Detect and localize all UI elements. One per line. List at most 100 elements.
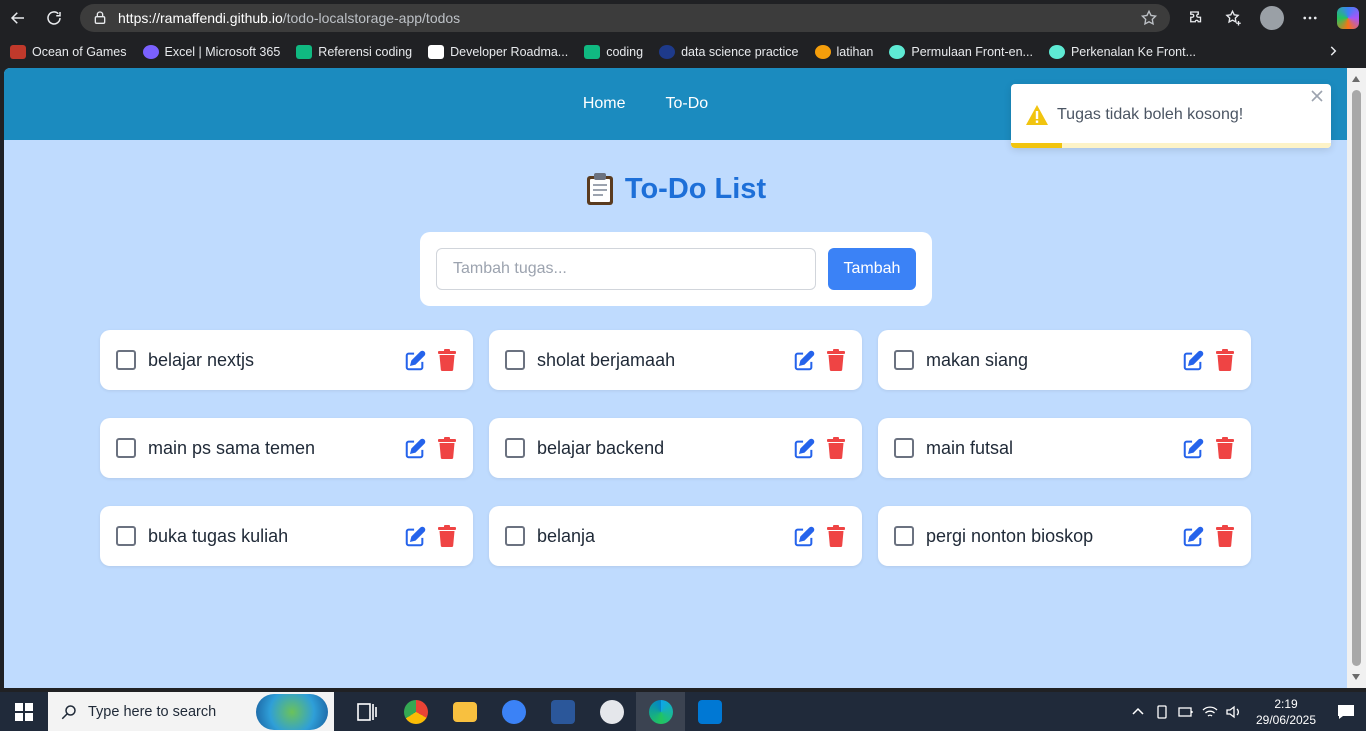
bookmark-item[interactable]: data science practice <box>659 45 799 59</box>
tray-device-button[interactable] <box>1150 692 1174 731</box>
address-bar[interactable]: https://ramaffendi.github.io/todo-locals… <box>80 4 1170 32</box>
copilot-button[interactable] <box>1336 6 1360 30</box>
favorite-star-icon[interactable] <box>1140 9 1158 27</box>
todo-text: buka tugas kuliah <box>148 526 289 546</box>
taskbar-edge[interactable] <box>636 692 685 731</box>
whatsapp-icon <box>599 699 624 724</box>
bookmark-item[interactable]: Excel | Microsoft 365 <box>142 45 280 59</box>
trash-icon[interactable] <box>1216 349 1234 371</box>
taskbar-search[interactable]: Type here to search <box>48 692 334 731</box>
tray-wifi-button[interactable] <box>1198 692 1222 731</box>
taskbar-app-store[interactable] <box>489 692 538 731</box>
todo-checkbox[interactable] <box>505 350 525 370</box>
edit-icon[interactable] <box>404 526 426 548</box>
trash-icon[interactable] <box>438 437 456 459</box>
clock-date: 29/06/2025 <box>1255 712 1317 727</box>
todo-item: belajar backend <box>489 418 862 478</box>
warning-toast[interactable]: Tugas tidak boleh kosong! <box>1011 84 1331 148</box>
favorites-button[interactable] <box>1222 6 1246 30</box>
edit-icon[interactable] <box>793 438 815 460</box>
browser-chrome: https://ramaffendi.github.io/todo-locals… <box>0 0 1366 68</box>
task-view-button[interactable] <box>342 692 391 731</box>
bookmark-favicon-icon <box>10 45 26 59</box>
site-info-icon[interactable] <box>92 10 108 26</box>
todo-checkbox[interactable] <box>505 438 525 458</box>
add-todo-button[interactable]: Tambah <box>828 248 916 290</box>
back-button[interactable] <box>0 0 36 36</box>
battery-icon <box>1178 706 1193 717</box>
todo-text: main futsal <box>926 438 1014 458</box>
scrollbar-thumb[interactable] <box>1352 90 1361 666</box>
trash-icon[interactable] <box>1216 525 1234 547</box>
tray-battery-button[interactable] <box>1174 692 1198 731</box>
bookmark-favicon-icon <box>296 45 313 59</box>
todo-text: main ps sama temen <box>148 438 316 458</box>
add-todo-input[interactable] <box>436 248 816 290</box>
edit-icon[interactable] <box>404 350 426 372</box>
todo-item: sholat berjamaah <box>489 330 862 390</box>
speaker-icon <box>1226 705 1239 718</box>
tray-volume-button[interactable] <box>1222 692 1246 731</box>
extensions-button[interactable] <box>1184 6 1208 30</box>
todo-item: belanja <box>489 506 862 566</box>
edit-icon[interactable] <box>1182 438 1204 460</box>
favorites-icon <box>1225 9 1241 26</box>
bookmark-item[interactable]: Developer Roadma... <box>428 45 568 59</box>
todo-checkbox[interactable] <box>894 350 914 370</box>
bookmark-item[interactable]: Referensi coding <box>296 45 412 59</box>
todo-checkbox[interactable] <box>116 526 136 546</box>
taskbar-clock[interactable]: 2:19 29/06/2025 <box>1246 696 1326 728</box>
scroll-down-arrow-icon[interactable] <box>1352 674 1360 680</box>
taskbar-whatsapp[interactable] <box>587 692 636 731</box>
trash-icon[interactable] <box>827 437 845 459</box>
bookmark-item[interactable]: Permulaan Front-en... <box>889 45 1033 59</box>
edit-icon[interactable] <box>1182 350 1204 372</box>
scroll-up-arrow-icon[interactable] <box>1352 76 1360 82</box>
edge-icon <box>648 699 673 724</box>
bookmark-favicon-icon <box>889 45 906 59</box>
bookmark-item[interactable]: Ocean of Games <box>10 45 127 59</box>
search-highlight-image <box>256 694 328 730</box>
bookmark-item[interactable]: coding <box>584 45 643 59</box>
arrow-left-icon <box>10 12 24 24</box>
todo-checkbox[interactable] <box>505 526 525 546</box>
todo-checkbox[interactable] <box>894 438 914 458</box>
more-menu-button[interactable] <box>1298 6 1322 30</box>
trash-icon[interactable] <box>827 349 845 371</box>
bookmarks-bar: Ocean of Games Excel | Microsoft 365 Ref… <box>0 38 1366 66</box>
edit-icon[interactable] <box>793 350 815 372</box>
wifi-icon <box>1202 705 1218 717</box>
start-button[interactable] <box>0 692 48 731</box>
trash-icon[interactable] <box>827 525 845 547</box>
chrome-icon <box>403 699 428 724</box>
todo-checkbox[interactable] <box>116 350 136 370</box>
edit-icon[interactable] <box>793 526 815 548</box>
trash-icon[interactable] <box>438 349 456 371</box>
notification-center-button[interactable] <box>1326 692 1366 731</box>
todo-checkbox[interactable] <box>116 438 136 458</box>
todo-checkbox[interactable] <box>894 526 914 546</box>
trash-icon[interactable] <box>438 525 456 547</box>
todo-text: makan siang <box>926 350 1029 370</box>
bookmark-item[interactable]: latihan <box>814 45 873 59</box>
edit-icon[interactable] <box>1182 526 1204 548</box>
toast-message: Tugas tidak boleh kosong! <box>1057 106 1244 123</box>
nav-link-todo[interactable]: To-Do <box>666 95 709 113</box>
nav-link-home[interactable]: Home <box>583 95 626 113</box>
taskbar-word[interactable] <box>538 692 587 731</box>
profile-button[interactable] <box>1260 6 1284 30</box>
refresh-icon <box>47 11 61 25</box>
taskbar-file-explorer[interactable] <box>440 692 489 731</box>
taskbar-chrome[interactable] <box>391 692 440 731</box>
page-scrollbar[interactable] <box>1347 68 1366 688</box>
bookmark-item[interactable]: Perkenalan Ke Front... <box>1048 45 1196 59</box>
todo-item: makan siang <box>878 330 1251 390</box>
taskbar-vscode[interactable] <box>685 692 734 731</box>
tray-overflow-button[interactable] <box>1126 692 1150 731</box>
edit-icon[interactable] <box>404 438 426 460</box>
chevron-right-icon[interactable] <box>1326 44 1340 58</box>
avatar <box>1260 6 1284 30</box>
trash-icon[interactable] <box>1216 437 1234 459</box>
reload-button[interactable] <box>36 0 72 36</box>
close-icon[interactable] <box>1311 90 1323 102</box>
